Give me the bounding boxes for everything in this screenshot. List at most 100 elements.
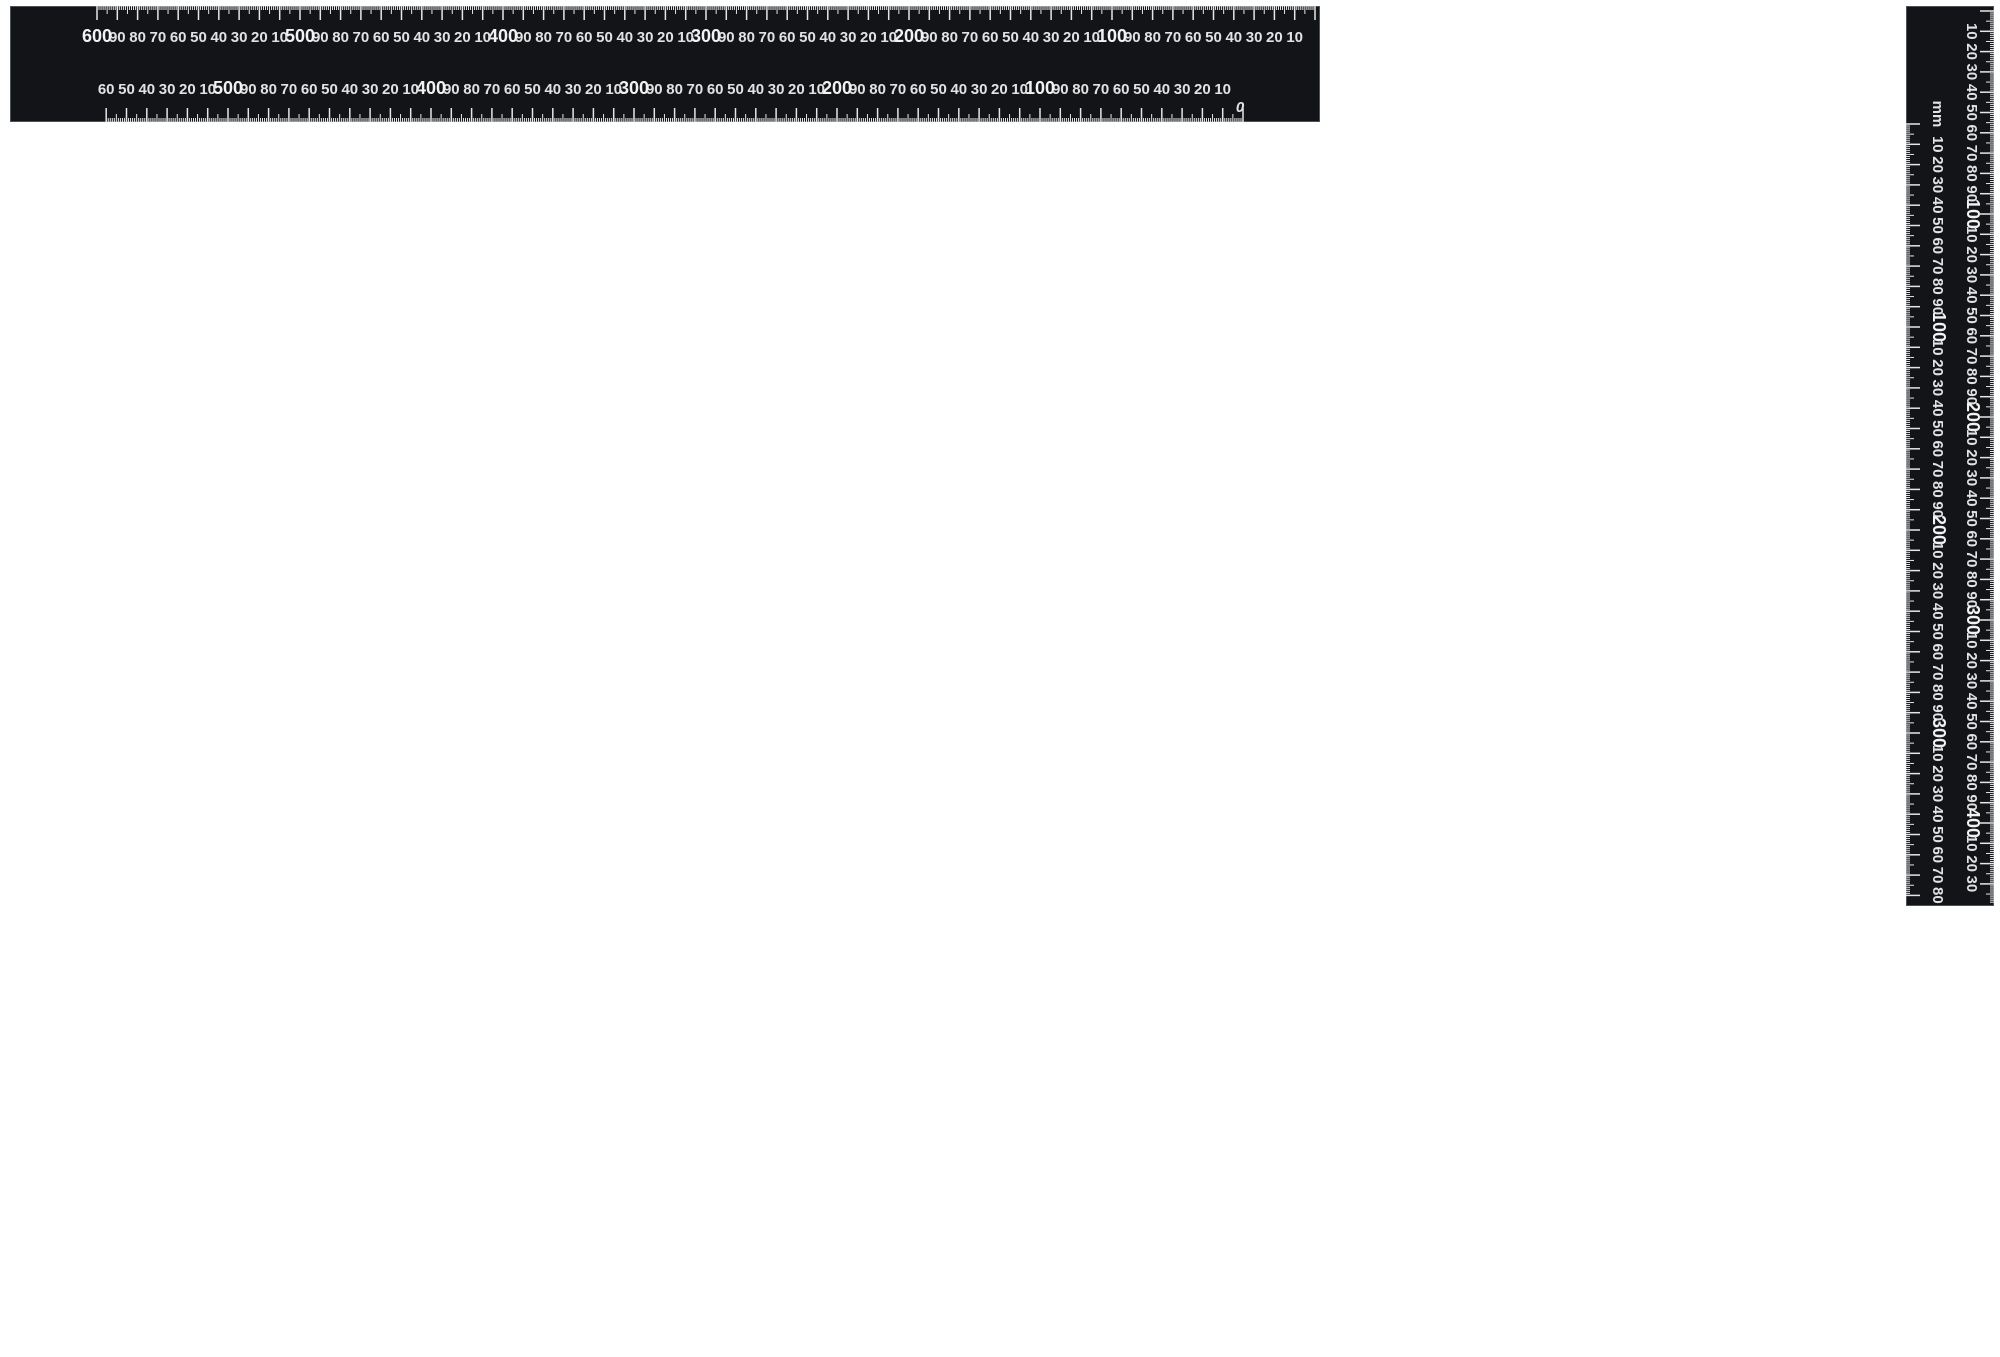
v-outer-130: 30 <box>1963 267 1980 284</box>
h-outer-400: 400 <box>488 26 518 46</box>
h-inner-430: 30 <box>362 81 379 98</box>
v-inner-280: 80 <box>1929 684 1946 701</box>
v-outer-180: 80 <box>1963 368 1980 385</box>
h-inner-350: 50 <box>524 81 541 98</box>
h-inner-120: 20 <box>991 81 1008 98</box>
h-inner-230: 30 <box>768 81 785 98</box>
framing-square: 1020304050607080901001020304050607080902… <box>0 0 2000 1357</box>
v-inner-350: 50 <box>1929 826 1946 843</box>
h-outer-370: 70 <box>556 29 573 46</box>
v-outer-200: 200 <box>1963 402 1983 432</box>
h-inner-400: 400 <box>416 78 446 98</box>
h-inner-480: 80 <box>260 81 277 98</box>
h-inner-160: 60 <box>910 81 927 98</box>
h-outer-260: 60 <box>779 29 796 46</box>
h-outer-220: 20 <box>860 29 877 46</box>
h-outer-200: 200 <box>894 26 924 46</box>
v-inner-250: 50 <box>1929 623 1946 640</box>
h-outer-360: 60 <box>576 29 593 46</box>
v-outer-320: 20 <box>1963 652 1980 669</box>
h-inner-210: 10 <box>808 81 825 98</box>
v-outer-150: 50 <box>1963 307 1980 324</box>
v-inner-200: 200 <box>1929 515 1949 545</box>
h-inner-30: 30 <box>1174 81 1191 98</box>
h-outer-10: 10 <box>1286 29 1303 46</box>
h-outer-180: 80 <box>941 29 958 46</box>
v-outer-340: 40 <box>1963 693 1980 710</box>
v-inner-130: 30 <box>1929 380 1946 397</box>
hang-hole <box>1255 195 1273 213</box>
h-outer-150: 50 <box>1002 29 1019 46</box>
v-inner-170: 70 <box>1929 461 1946 478</box>
v-inner-40: 40 <box>1929 197 1946 214</box>
h-outer-600: 600 <box>82 26 112 46</box>
v-outer-20: 20 <box>1963 43 1980 60</box>
h-inner-240: 40 <box>747 81 764 98</box>
v-outer-260: 60 <box>1963 530 1980 547</box>
h-outer-120: 20 <box>1063 29 1080 46</box>
v-inner-60: 60 <box>1929 237 1946 254</box>
h-inner-560: 60 <box>98 81 115 98</box>
h-outer-250: 50 <box>799 29 816 46</box>
h-inner-420: 20 <box>382 81 399 98</box>
h-outer-430: 30 <box>434 29 451 46</box>
v-inner-300: 300 <box>1929 718 1949 748</box>
v-outer-220: 20 <box>1963 449 1980 466</box>
v-outer-280: 80 <box>1963 571 1980 588</box>
h-outer-480: 80 <box>332 29 349 46</box>
h-inner-50: 50 <box>1133 81 1150 98</box>
v-outer-270: 70 <box>1963 551 1980 568</box>
h-inner-440: 40 <box>341 81 358 98</box>
h-inner-470: 70 <box>281 81 298 98</box>
horizontal-blade: 1020304050607080901001020304050607080902… <box>10 6 1320 122</box>
h-inner-530: 30 <box>159 81 176 98</box>
h-outer-230: 30 <box>840 29 857 46</box>
h-inner-250: 50 <box>727 81 744 98</box>
h-outer-60: 60 <box>1185 29 1202 46</box>
v-outer-430: 30 <box>1963 876 1980 893</box>
v-outer-40: 40 <box>1963 84 1980 101</box>
h-outer-510: 10 <box>271 29 288 46</box>
h-inner-260: 60 <box>707 81 724 98</box>
v-outer-350: 50 <box>1963 713 1980 730</box>
h-outer-40: 40 <box>1225 29 1242 46</box>
h-outer-340: 40 <box>616 29 633 46</box>
h-outer-560: 60 <box>170 29 187 46</box>
h-outer-240: 40 <box>819 29 836 46</box>
v-outer-300: 300 <box>1963 605 1983 635</box>
v-inner-110: 10 <box>1929 339 1946 356</box>
h-inner-70: 70 <box>1093 81 1110 98</box>
v-outer-30: 30 <box>1963 64 1980 81</box>
h-outer-80: 80 <box>1144 29 1161 46</box>
v-inner-310: 10 <box>1929 745 1946 762</box>
h-inner-170: 70 <box>890 81 907 98</box>
v-inner-360: 60 <box>1929 846 1946 863</box>
h-inner-380: 80 <box>463 81 480 98</box>
h-outer-100: 100 <box>1097 26 1127 46</box>
vertical-blade: 1020304050607080901001020304050607080902… <box>1906 6 1994 906</box>
v-inner-80: 80 <box>1929 278 1946 295</box>
h-outer-420: 20 <box>454 29 471 46</box>
h-outer-350: 50 <box>596 29 613 46</box>
h-inner-520: 20 <box>179 81 196 98</box>
h-inner-500: 500 <box>213 78 243 98</box>
h-outer-110: 10 <box>1083 29 1100 46</box>
h-inner-270: 70 <box>687 81 704 98</box>
v-inner-180: 80 <box>1929 481 1946 498</box>
v-outer-10: 10 <box>1963 23 1980 40</box>
h-outer-450: 50 <box>393 29 410 46</box>
h-outer-30: 30 <box>1246 29 1263 46</box>
h-inner-340: 40 <box>544 81 561 98</box>
h-inner-60: 60 <box>1113 81 1130 98</box>
v-inner-100: 100 <box>1929 312 1949 342</box>
v-outer-310: 10 <box>1963 632 1980 649</box>
v-outer-80: 80 <box>1963 165 1980 182</box>
v-inner-50: 50 <box>1929 217 1946 234</box>
v-outer-110: 10 <box>1963 226 1980 243</box>
h-outer-210: 10 <box>880 29 897 46</box>
h-outer-530: 30 <box>231 29 248 46</box>
h-inner-200: 200 <box>822 78 852 98</box>
h-outer-300: 300 <box>691 26 721 46</box>
h-outer-20: 20 <box>1266 29 1283 46</box>
h-inner-540: 40 <box>138 81 155 98</box>
